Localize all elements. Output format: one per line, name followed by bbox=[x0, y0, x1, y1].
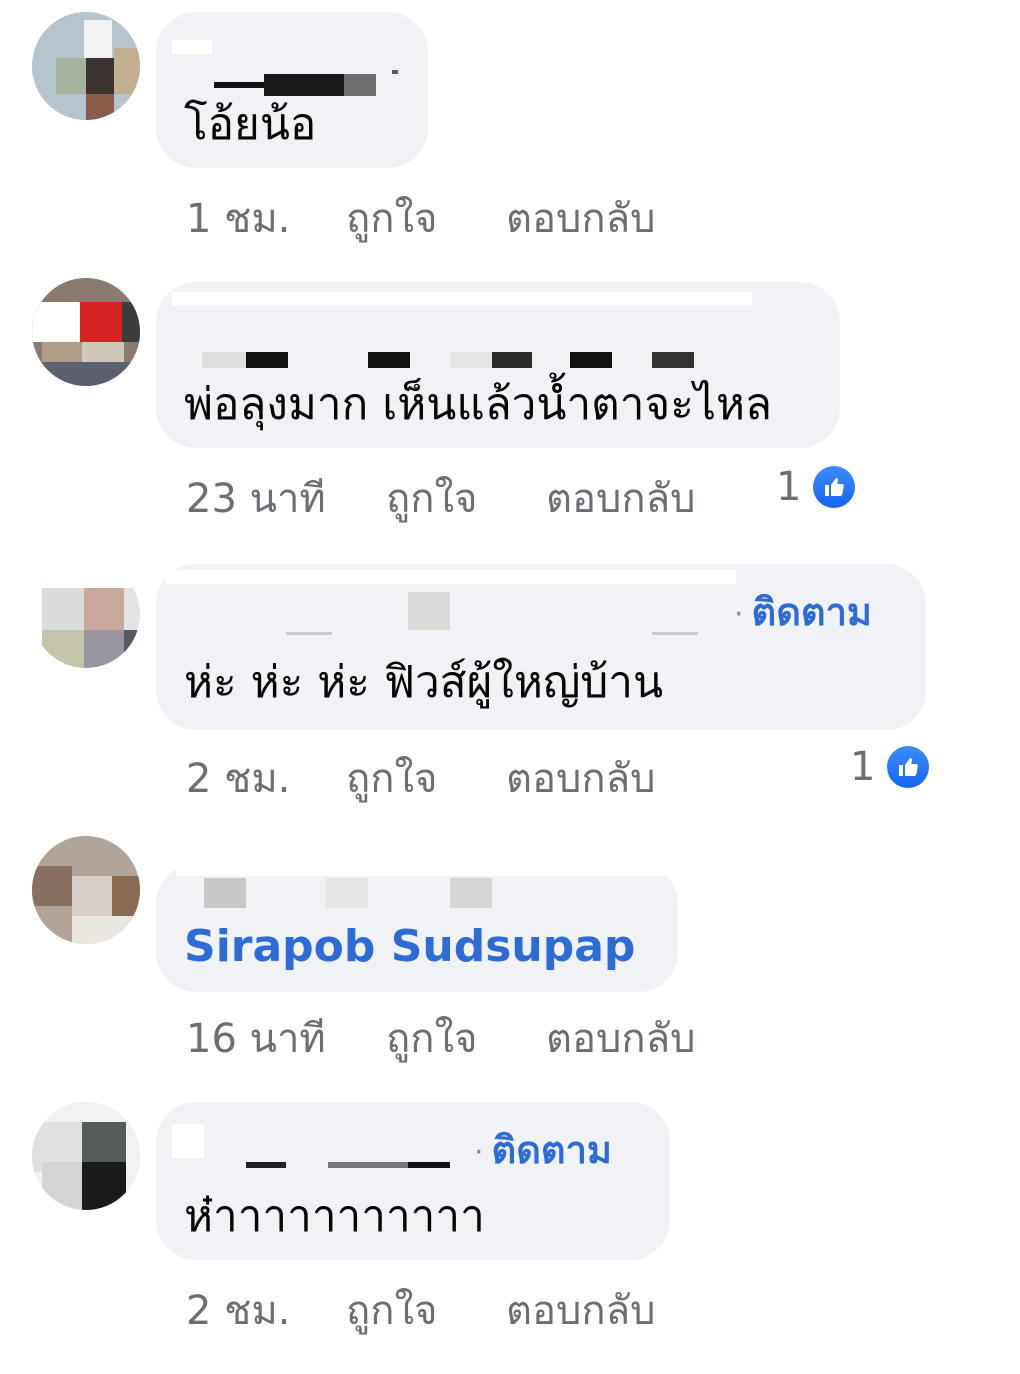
comment-text: โอ้ยน้อ bbox=[184, 99, 317, 150]
comment-bubble: Sirapob Sudsupap bbox=[156, 864, 696, 992]
comment-bubble: พ่อลุงมาก เห็นแล้วน้ำตาจะไหล bbox=[156, 282, 840, 448]
timestamp[interactable]: 2 ชม. bbox=[186, 756, 290, 802]
author-name-redacted[interactable] bbox=[166, 34, 406, 96]
avatar[interactable] bbox=[32, 1102, 140, 1210]
avatar[interactable] bbox=[32, 278, 140, 386]
author-name-redacted[interactable] bbox=[166, 570, 746, 640]
author-name-redacted[interactable] bbox=[172, 292, 772, 368]
comment-bubble: · ติดตาม ห่ะ ห่ะ ห่ะ ฟิวส์ผู้ใหญ่บ้าน bbox=[156, 564, 926, 730]
timestamp[interactable]: 1 ชม. bbox=[186, 196, 290, 242]
comment-text: Sirapob Sudsupap bbox=[184, 922, 635, 972]
like-button[interactable]: ถูกใจ bbox=[346, 196, 437, 242]
author-name-redacted[interactable] bbox=[172, 1124, 472, 1170]
follow-label: ติดตาม bbox=[751, 590, 872, 634]
reaction-summary[interactable]: 1 bbox=[850, 744, 930, 790]
comment-bubble: โอ้ยน้อ bbox=[156, 12, 428, 168]
comment-text: ห๋าาาาาาาาาาา bbox=[184, 1191, 485, 1242]
reply-button[interactable]: ตอบกลับ bbox=[546, 476, 696, 522]
avatar[interactable] bbox=[32, 560, 140, 668]
reaction-count: 1 bbox=[776, 464, 802, 510]
follow-button[interactable]: · ติดตาม bbox=[734, 590, 872, 637]
timestamp[interactable]: 23 นาที bbox=[186, 476, 326, 522]
reply-button[interactable]: ตอบกลับ bbox=[546, 1016, 696, 1062]
follow-label: ติดตาม bbox=[491, 1128, 612, 1172]
like-button[interactable]: ถูกใจ bbox=[346, 1288, 437, 1334]
reaction-summary[interactable]: 1 bbox=[776, 464, 856, 510]
avatar[interactable] bbox=[32, 12, 140, 120]
like-icon bbox=[887, 746, 930, 788]
author-name-redacted[interactable] bbox=[176, 864, 696, 910]
like-icon bbox=[813, 466, 856, 508]
reply-button[interactable]: ตอบกลับ bbox=[506, 756, 656, 802]
follow-button[interactable]: · ติดตาม bbox=[474, 1128, 612, 1175]
reaction-count: 1 bbox=[850, 744, 876, 790]
tagged-name-link[interactable]: Sirapob Sudsupap bbox=[184, 921, 635, 972]
comment-text: ห่ะ ห่ะ ห่ะ ฟิวส์ผู้ใหญ่บ้าน bbox=[184, 657, 664, 708]
comment-text: พ่อลุงมาก เห็นแล้วน้ำตาจะไหล bbox=[184, 379, 772, 430]
like-button[interactable]: ถูกใจ bbox=[386, 1016, 477, 1062]
timestamp[interactable]: 2 ชม. bbox=[186, 1288, 290, 1334]
timestamp[interactable]: 16 นาที bbox=[186, 1016, 326, 1062]
like-button[interactable]: ถูกใจ bbox=[386, 476, 477, 522]
comment-bubble: · ติดตาม ห๋าาาาาาาาาาา bbox=[156, 1102, 670, 1260]
reply-button[interactable]: ตอบกลับ bbox=[506, 196, 656, 242]
like-button[interactable]: ถูกใจ bbox=[346, 756, 437, 802]
avatar[interactable] bbox=[32, 836, 140, 944]
reply-button[interactable]: ตอบกลับ bbox=[506, 1288, 656, 1334]
